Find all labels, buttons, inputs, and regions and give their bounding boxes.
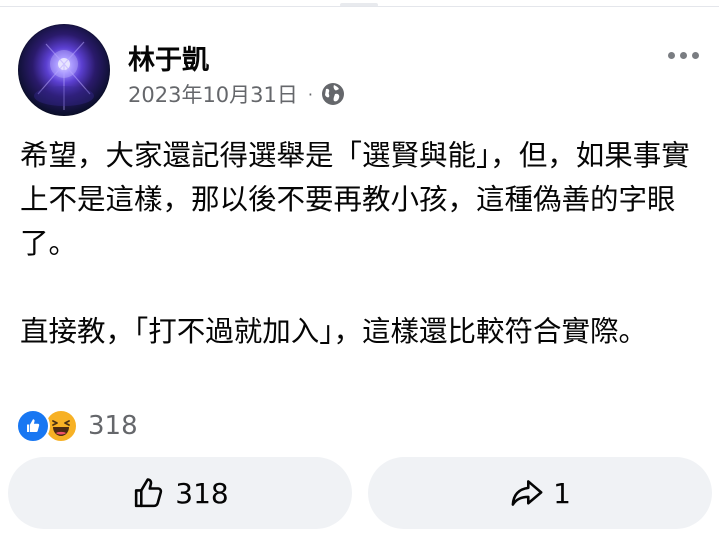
post-paragraph-2: 直接教，「打不過就加入」，這樣還比較符合實際。 bbox=[20, 315, 648, 348]
post-date[interactable]: 2023年10月31日 bbox=[128, 79, 298, 109]
more-options-button[interactable] bbox=[663, 42, 703, 68]
more-dots-icon bbox=[667, 51, 675, 59]
avatar-image bbox=[34, 41, 94, 110]
author-name[interactable]: 林于凱 bbox=[128, 38, 209, 77]
meta-separator: · bbox=[307, 84, 313, 104]
like-icon bbox=[16, 409, 50, 443]
post-paragraph-1: 希望，大家還記得選舉是「選賢與能」，但，如果事實上不是這樣，那以後不要再教小孩，… bbox=[20, 139, 690, 260]
thumbs-up-icon bbox=[131, 475, 167, 511]
top-divider bbox=[0, 6, 719, 7]
reaction-summary[interactable]: 318 bbox=[16, 406, 138, 446]
more-dot bbox=[679, 51, 687, 59]
share-button[interactable]: 1 bbox=[368, 457, 712, 529]
share-count: 1 bbox=[553, 476, 571, 510]
more-dot bbox=[691, 51, 699, 59]
post-meta: 2023年10月31日 · bbox=[128, 80, 345, 108]
like-count: 318 bbox=[175, 476, 229, 510]
like-button[interactable]: 318 bbox=[8, 457, 352, 529]
share-arrow-icon bbox=[509, 475, 545, 511]
reaction-count: 318 bbox=[88, 411, 138, 441]
author-avatar[interactable] bbox=[18, 24, 110, 116]
post-text: 希望，大家還記得選舉是「選賢與能」，但，如果事實上不是這樣，那以後不要再教小孩，… bbox=[20, 134, 705, 354]
globe-icon[interactable] bbox=[321, 82, 345, 106]
